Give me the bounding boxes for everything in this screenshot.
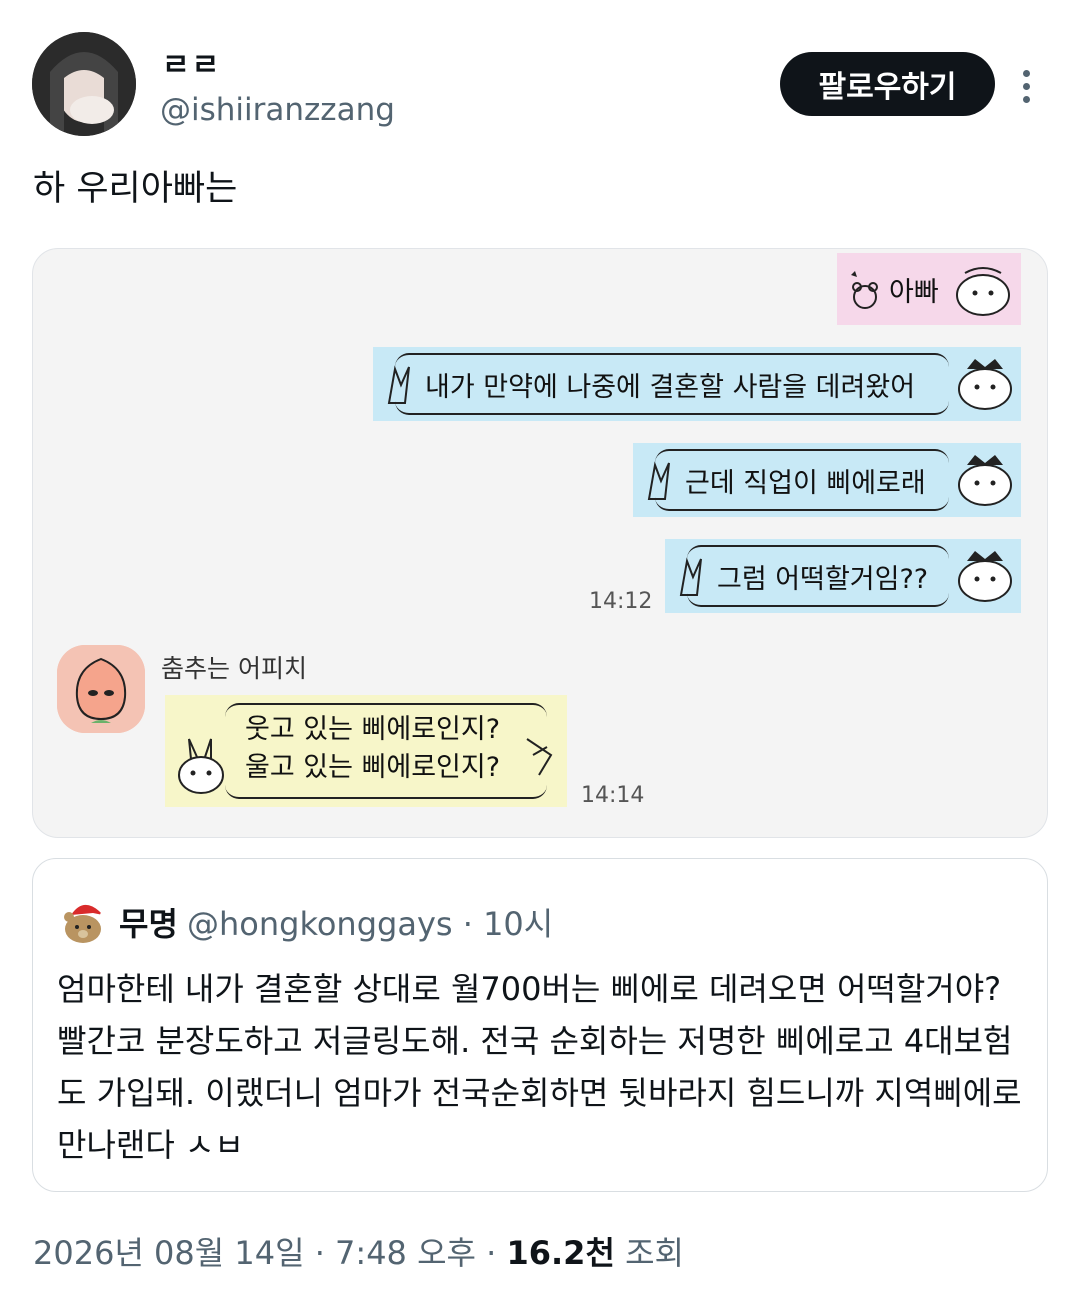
chat-header-label: 아빠 <box>889 276 939 308</box>
sent-message-bubble: 근데 직업이 삐에로래 <box>633 443 1021 517</box>
bunny-sticker-icon <box>679 557 702 596</box>
bear-santa-avatar-icon <box>64 904 106 943</box>
tweet-datetime[interactable]: 2026년 08월 14일 · 7:48 오후 <box>33 1234 476 1272</box>
bunny-sticker-icon <box>387 365 410 404</box>
cat-sticker-icon <box>958 359 1012 410</box>
bunny-sticker-icon <box>178 738 224 794</box>
quoted-tweet-card[interactable]: 무명 @hongkonggays · 10시 엄마한테 내가 결혼할 상대로 월… <box>32 858 1048 1192</box>
chat-screenshot-image[interactable]: 아빠 내가 만약에 나중에 결혼할 사람을 데려왔어 근데 직업이 삐에로래 그… <box>32 248 1048 838</box>
views-label: 조회 <box>614 1234 684 1272</box>
bird-sticker-icon <box>526 738 553 776</box>
quoted-tweet-text: 엄마한테 내가 결혼할 상대로 월700버는 삐에로 데려오면 어떡할거야? 빨… <box>57 970 1022 1164</box>
sent-message-text: 내가 만약에 나중에 결혼할 사람을 데려왔어 <box>425 371 916 403</box>
cat-sticker-icon <box>958 551 1012 602</box>
sent-message-bubble: 내가 만약에 나중에 결혼할 사람을 데려왔어 <box>373 347 1021 421</box>
reply-line: 웃고 있는 삐에로인지? <box>245 714 501 745</box>
bear-sticker-icon <box>851 271 878 309</box>
quoted-author-handle-time[interactable]: @hongkonggays · 10시 <box>187 899 553 945</box>
cat-sticker-icon <box>958 455 1012 506</box>
reply-sender-name: 춤추는 어피치 <box>161 654 307 683</box>
sent-message-bubble: 그럼 어떡할거임?? <box>665 539 1021 613</box>
views-count[interactable]: 16.2천 <box>506 1234 614 1272</box>
more-options-icon[interactable] <box>1014 66 1038 106</box>
user-avatar[interactable] <box>32 32 136 136</box>
sent-message-text: 근데 직업이 삐에로래 <box>685 467 926 499</box>
tweet-meta: 2026년 08월 14일 · 7:48 오후 · 16.2천 조회 <box>33 1228 684 1274</box>
display-name[interactable]: ㄹㄹ <box>162 40 221 84</box>
chiikawa-sticker-icon <box>956 267 1010 316</box>
reply-time: 14:14 <box>581 783 645 808</box>
reply-line: 울고 있는 삐에로인지? <box>245 752 501 783</box>
chat-header-bubble: 아빠 <box>837 253 1021 325</box>
apeach-avatar-icon <box>57 645 145 733</box>
sent-message-text: 그럼 어떡할거임?? <box>717 563 929 595</box>
quoted-author-name[interactable]: 무명 <box>119 899 178 945</box>
bunny-sticker-icon <box>647 461 670 500</box>
meta-separator: · <box>475 1234 507 1272</box>
reply-message-bubble: 웃고 있는 삐에로인지? 울고 있는 삐에로인지? <box>165 695 567 807</box>
tweet-text: 하 우리아빠는 <box>33 169 238 209</box>
follow-button[interactable]: 팔로우하기 <box>780 52 995 116</box>
user-handle[interactable]: @ishiiranzzang <box>160 92 395 128</box>
sent-time: 14:12 <box>589 589 653 614</box>
